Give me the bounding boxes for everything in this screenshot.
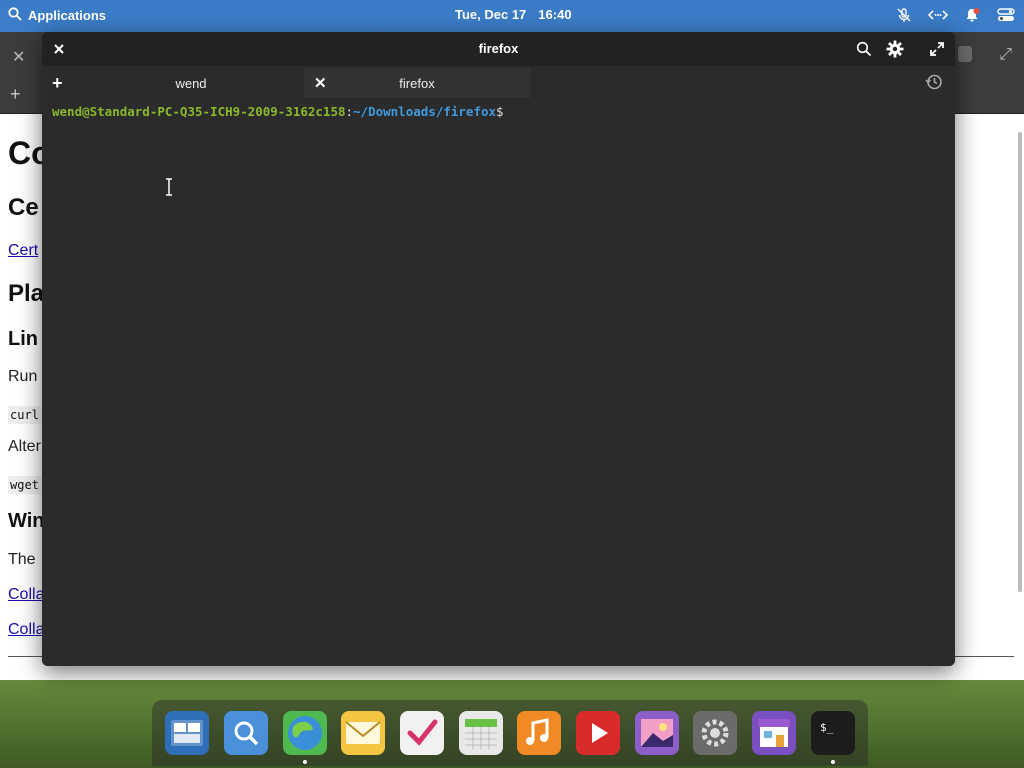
prompt-user-host: wend@Standard-PC-Q35-ICH9-2009-3162c158 — [52, 104, 346, 119]
prompt-path: ~/Downloads/firefox — [353, 104, 497, 119]
collapse-link-1[interactable]: Colla — [8, 586, 44, 604]
search-icon[interactable] — [855, 40, 873, 58]
running-indicator — [830, 760, 835, 764]
system-settings-icon[interactable] — [693, 711, 738, 755]
videos-icon[interactable] — [575, 711, 620, 755]
applications-label: Applications — [28, 7, 107, 23]
terminal-output[interactable]: wend@Standard-PC-Q35-ICH9-2009-3162c158:… — [42, 100, 955, 666]
system-tray — [894, 5, 1016, 25]
the-text: The — [8, 551, 36, 568]
music-icon[interactable] — [517, 711, 562, 755]
browser-scrollbar[interactable] — [1018, 132, 1022, 592]
photos-icon[interactable] — [634, 711, 679, 755]
linux-heading: Lin — [8, 328, 38, 350]
terminal-tabbar: + wend ✕ firefox — [42, 66, 955, 100]
prompt-dollar: $ — [496, 104, 504, 119]
date-time-indicator[interactable]: Tue, Dec 17 16:40 — [455, 7, 572, 22]
section-heading: Ce — [8, 194, 39, 221]
prompt-separator: : — [345, 104, 354, 119]
browser-close-icon[interactable]: ✕ — [12, 47, 25, 67]
new-tab-button[interactable]: + — [52, 73, 63, 94]
shell-prompt: wend@Standard-PC-Q35-ICH9-2009-3162c158:… — [52, 104, 504, 119]
terminal-icon[interactable]: $_ — [810, 711, 855, 764]
applications-menu[interactable]: Applications — [8, 6, 107, 24]
curl-code: curl — [8, 406, 41, 424]
text-cursor-icon — [166, 178, 172, 196]
window-title: firefox — [478, 41, 519, 56]
maximize-icon[interactable] — [928, 40, 946, 58]
wget-code: wget — [8, 476, 41, 494]
app-center-icon[interactable] — [751, 711, 796, 755]
mail-icon[interactable] — [341, 711, 386, 755]
tab-close-icon[interactable]: ✕ — [314, 74, 327, 92]
terminal-window: firefox + wend ✕ firefox wend@Standard-P… — [42, 32, 955, 666]
browser-new-tab-icon[interactable]: + — [10, 84, 21, 105]
tab-wend[interactable]: wend — [78, 68, 304, 98]
terminal-titlebar[interactable]: firefox — [42, 32, 955, 66]
dock: $_ — [152, 700, 868, 766]
windows-heading: Win — [8, 510, 45, 532]
calendar-icon[interactable] — [458, 711, 503, 755]
search-icon — [8, 6, 22, 24]
running-indicator — [302, 760, 307, 764]
tab-label: firefox — [399, 75, 435, 91]
collapse-link-2[interactable]: Colla — [8, 621, 44, 639]
multitasking-view-icon[interactable] — [165, 711, 210, 755]
history-icon[interactable] — [925, 73, 945, 93]
cert-link[interactable]: Cert — [8, 242, 38, 260]
tab-firefox[interactable]: ✕ firefox — [304, 68, 530, 98]
alternative-text: Alter — [8, 438, 41, 455]
notifications-icon[interactable] — [962, 5, 982, 25]
system-menu-icon[interactable] — [996, 5, 1016, 25]
tab-label: wend — [175, 75, 207, 91]
web-browser-icon[interactable] — [282, 711, 327, 764]
extensions-icon[interactable] — [958, 46, 972, 62]
svg-text:$_: $_ — [820, 721, 834, 734]
gear-icon[interactable] — [886, 40, 904, 58]
files-icon[interactable] — [223, 711, 268, 755]
tasks-icon[interactable] — [399, 711, 444, 755]
mic-muted-icon[interactable] — [894, 5, 914, 25]
browser-maximize-icon[interactable]: ⤢ — [999, 46, 1012, 64]
platform-heading: Pla — [8, 280, 45, 307]
top-panel: Applications Tue, Dec 17 16:40 — [0, 0, 1024, 30]
network-icon[interactable] — [928, 5, 948, 25]
run-text: Run — [8, 368, 38, 385]
time-label: 16:40 — [538, 7, 572, 22]
date-label: Tue, Dec 17 — [455, 7, 527, 22]
